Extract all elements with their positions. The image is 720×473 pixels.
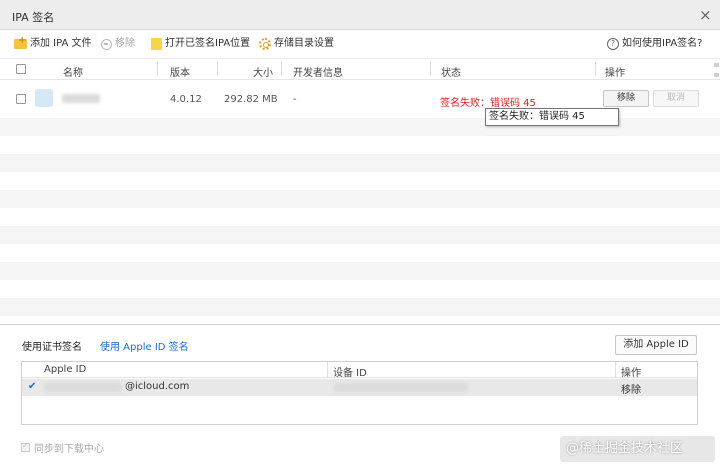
gear-icon — [259, 38, 271, 50]
open-signed-location-label: 打开已签名IPA位置 — [165, 38, 251, 49]
column-divider[interactable] — [217, 62, 218, 76]
account-remove-link[interactable]: 移除 — [621, 381, 641, 396]
status-tooltip: 签名失败：错误码 45 — [485, 108, 619, 126]
apple-id-row[interactable]: ✔ @icloud.com 移除 — [22, 379, 697, 396]
apple-id-table-header: Apple ID 设备 ID 操作 — [22, 362, 697, 379]
window-title: IPA 签名 — [12, 11, 55, 24]
header-developer: 开发者信息 — [293, 68, 343, 79]
column-divider[interactable] — [595, 62, 596, 76]
row-status: 签名失败：错误码 45 — [440, 98, 536, 109]
close-icon[interactable]: × — [699, 6, 713, 24]
section-divider — [0, 324, 720, 325]
add-apple-id-button[interactable]: 添加 Apple ID — [615, 335, 697, 355]
header-version: 版本 — [170, 68, 190, 79]
help-icon: ? — [607, 38, 619, 50]
device-id-redacted — [334, 383, 468, 392]
tab-certificate-sign[interactable]: 使用证书签名 — [22, 338, 82, 353]
tab-apple-id-sign[interactable]: 使用 Apple ID 签名 — [100, 338, 189, 353]
header-name: 名称 — [63, 68, 83, 79]
row-developer: - — [293, 94, 297, 105]
remove-circle-icon — [101, 38, 112, 50]
header-account-actions: 操作 — [621, 368, 641, 379]
empty-row — [0, 190, 720, 208]
remove-label: 移除 — [115, 38, 135, 49]
scrollbar-marker — [714, 63, 719, 67]
apple-id-prefix-redacted — [44, 383, 122, 392]
row-version: 4.0.12 — [170, 94, 202, 105]
title-bar: IPA 签名 × — [0, 0, 720, 30]
ipa-table-header: 名称 版本 大小 开发者信息 状态 操作 — [0, 58, 720, 80]
add-ipa-label: 添加 IPA 文件 — [30, 38, 92, 49]
header-device-id: 设备 ID — [333, 368, 367, 379]
remove-button[interactable]: 移除 — [101, 37, 135, 51]
add-folder-icon — [14, 34, 27, 49]
column-divider[interactable] — [281, 62, 282, 76]
add-ipa-button[interactable]: 添加 IPA 文件 — [14, 34, 92, 51]
open-signed-location-button[interactable]: 打开已签名IPA位置 — [151, 37, 250, 51]
column-divider[interactable] — [430, 62, 431, 76]
folder-icon — [151, 38, 162, 50]
row-size: 292.82 MB — [224, 94, 278, 105]
header-actions: 操作 — [605, 68, 625, 79]
select-all-checkbox[interactable] — [16, 64, 26, 74]
empty-row — [0, 154, 720, 172]
empty-row — [0, 298, 720, 316]
storage-settings-button[interactable]: 存储目录设置 — [259, 37, 334, 51]
help-label: 如何使用IPA签名? — [622, 38, 703, 49]
empty-row — [0, 226, 720, 244]
app-icon — [35, 89, 53, 107]
header-size: 大小 — [253, 68, 273, 79]
empty-row — [0, 262, 720, 280]
selected-check-icon: ✔ — [28, 381, 37, 392]
sync-checkbox[interactable] — [21, 441, 30, 452]
apple-id-table: Apple ID 设备 ID 操作 ✔ @icloud.com 移除 — [21, 361, 698, 425]
header-apple-id: Apple ID — [44, 364, 87, 375]
toolbar: 添加 IPA 文件 移除 打开已签名IPA位置 存储目录设置 ? 如何使用IPA… — [0, 31, 720, 57]
row-remove-button[interactable]: 移除 — [603, 90, 649, 107]
help-link[interactable]: ? 如何使用IPA签名? — [607, 37, 703, 51]
header-status: 状态 — [441, 68, 461, 79]
scrollbar-marker — [714, 73, 719, 77]
sync-label: 同步到下载中心 — [34, 444, 104, 455]
row-checkbox[interactable] — [16, 94, 26, 104]
sync-to-download-center[interactable]: 同步到下载中心 — [21, 440, 104, 455]
column-divider[interactable] — [615, 362, 616, 378]
app-name-redacted — [62, 94, 100, 103]
row-cancel-button[interactable]: 取消 — [653, 90, 699, 107]
column-divider[interactable] — [327, 362, 328, 378]
column-divider[interactable] — [157, 62, 158, 76]
storage-settings-label: 存储目录设置 — [274, 38, 334, 49]
watermark: @稀土掘金技术社区 — [560, 436, 715, 462]
apple-id-value: @icloud.com — [125, 381, 190, 392]
